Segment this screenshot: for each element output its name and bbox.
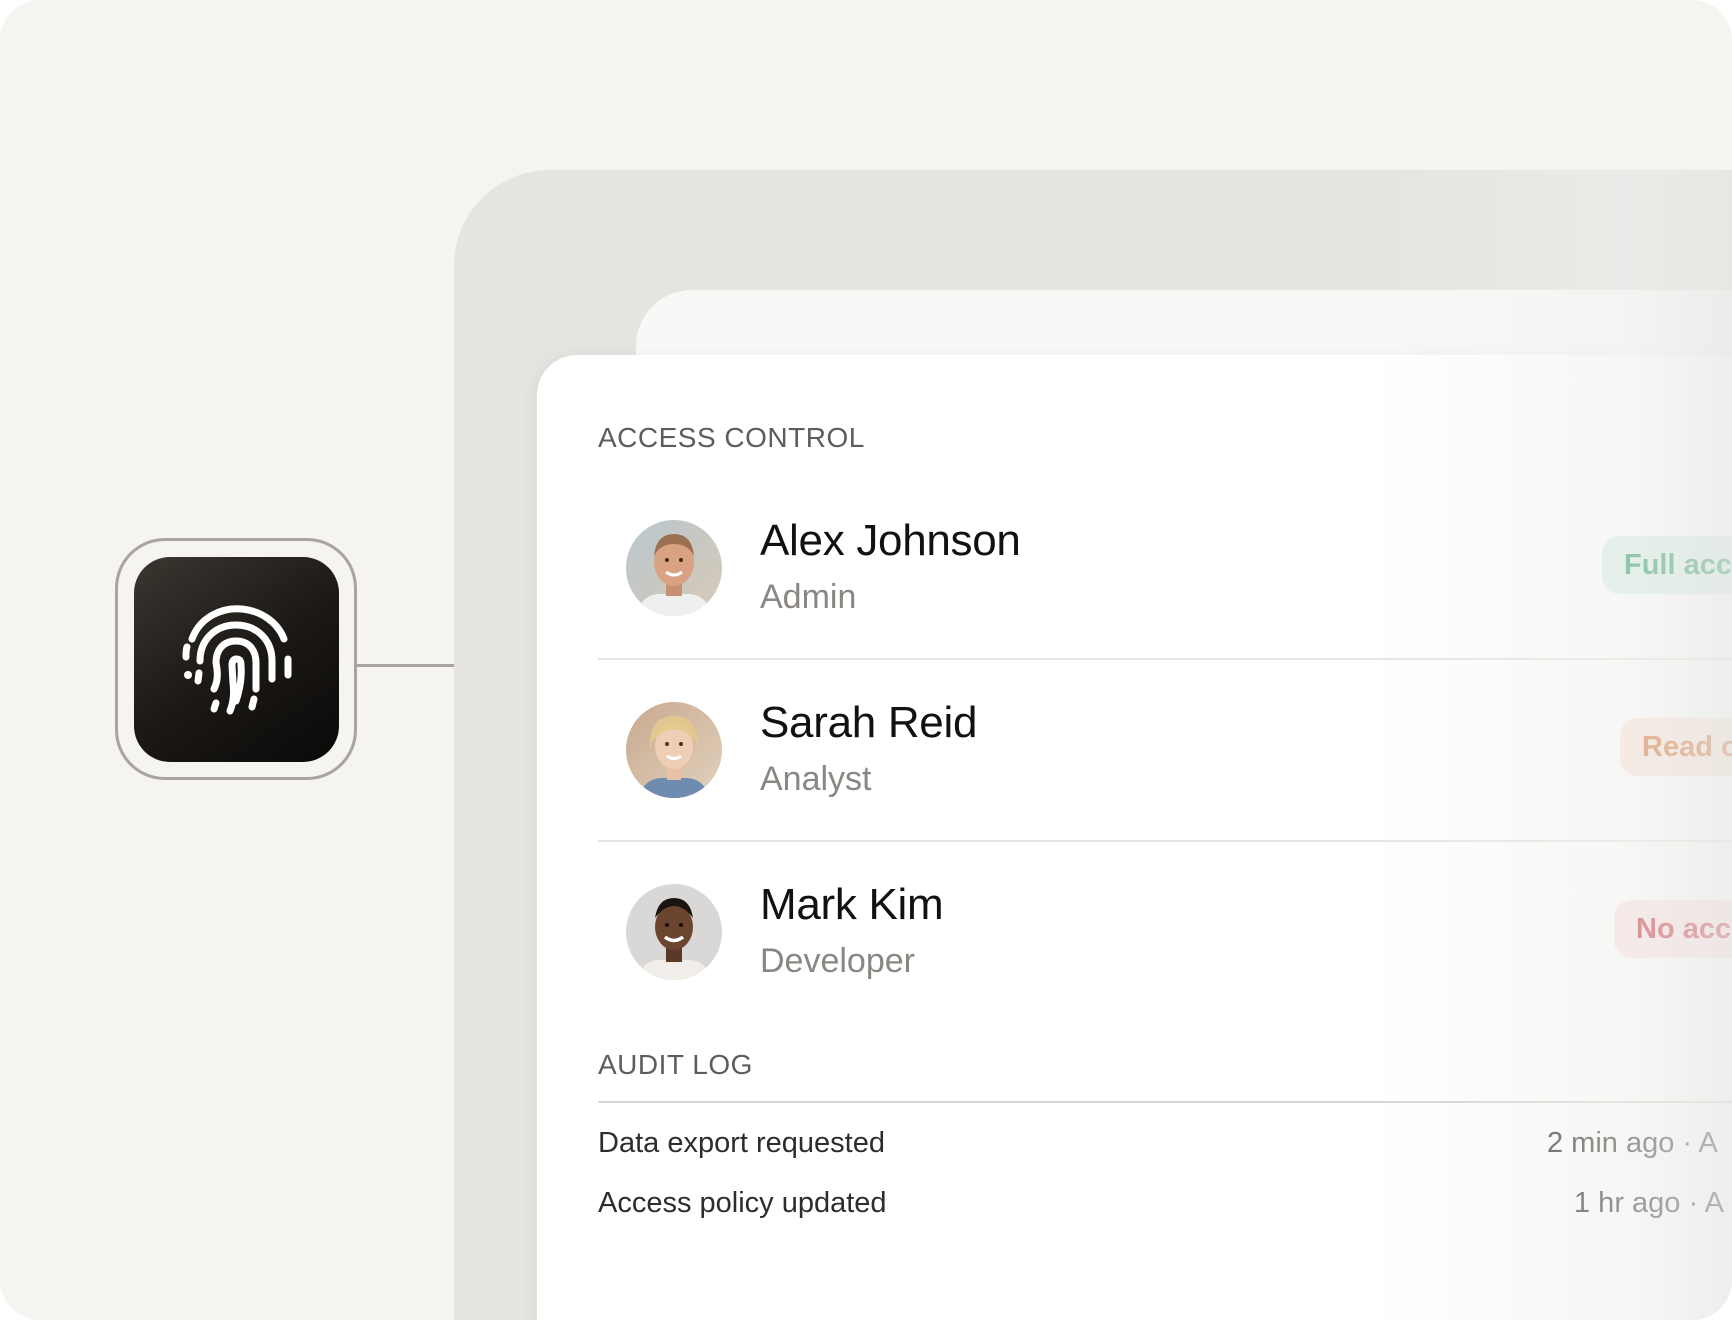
audit-meta: 1 hr ago · A: [1574, 1187, 1724, 1219]
user-row[interactable]: Alex Johnson Admin Full access: [598, 478, 1732, 660]
avatar: [626, 702, 722, 798]
connector-line: [357, 664, 454, 667]
audit-log-heading: AUDIT LOG: [598, 1049, 753, 1080]
user-role: Analyst: [760, 760, 872, 798]
avatar: [626, 884, 722, 980]
user-name: Alex Johnson: [760, 516, 1021, 565]
access-badge[interactable]: Full access: [1602, 536, 1732, 594]
audit-event: Data export requested: [598, 1127, 885, 1159]
access-badge[interactable]: Read only: [1620, 718, 1732, 776]
user-role: Admin: [760, 578, 857, 616]
user-row[interactable]: Sarah Reid Analyst Read only: [598, 660, 1732, 842]
user-role: Developer: [760, 942, 915, 980]
avatar: [626, 520, 722, 616]
audit-divider: [598, 1101, 1732, 1103]
user-name: Mark Kim: [760, 880, 944, 929]
audit-meta: 2 min ago · A: [1547, 1127, 1718, 1159]
canvas: ACCESS CONTROL Alex Johnson Admin Full a…: [0, 0, 1732, 1320]
access-control-heading: ACCESS CONTROL: [598, 422, 865, 453]
audit-event: Access policy updated: [598, 1187, 887, 1219]
fingerprint-button[interactable]: [134, 557, 339, 762]
user-name: Sarah Reid: [760, 698, 978, 747]
user-row[interactable]: Mark Kim Developer No access: [598, 842, 1732, 1024]
fingerprint-icon: [182, 605, 292, 715]
access-badge[interactable]: No access: [1614, 900, 1732, 958]
